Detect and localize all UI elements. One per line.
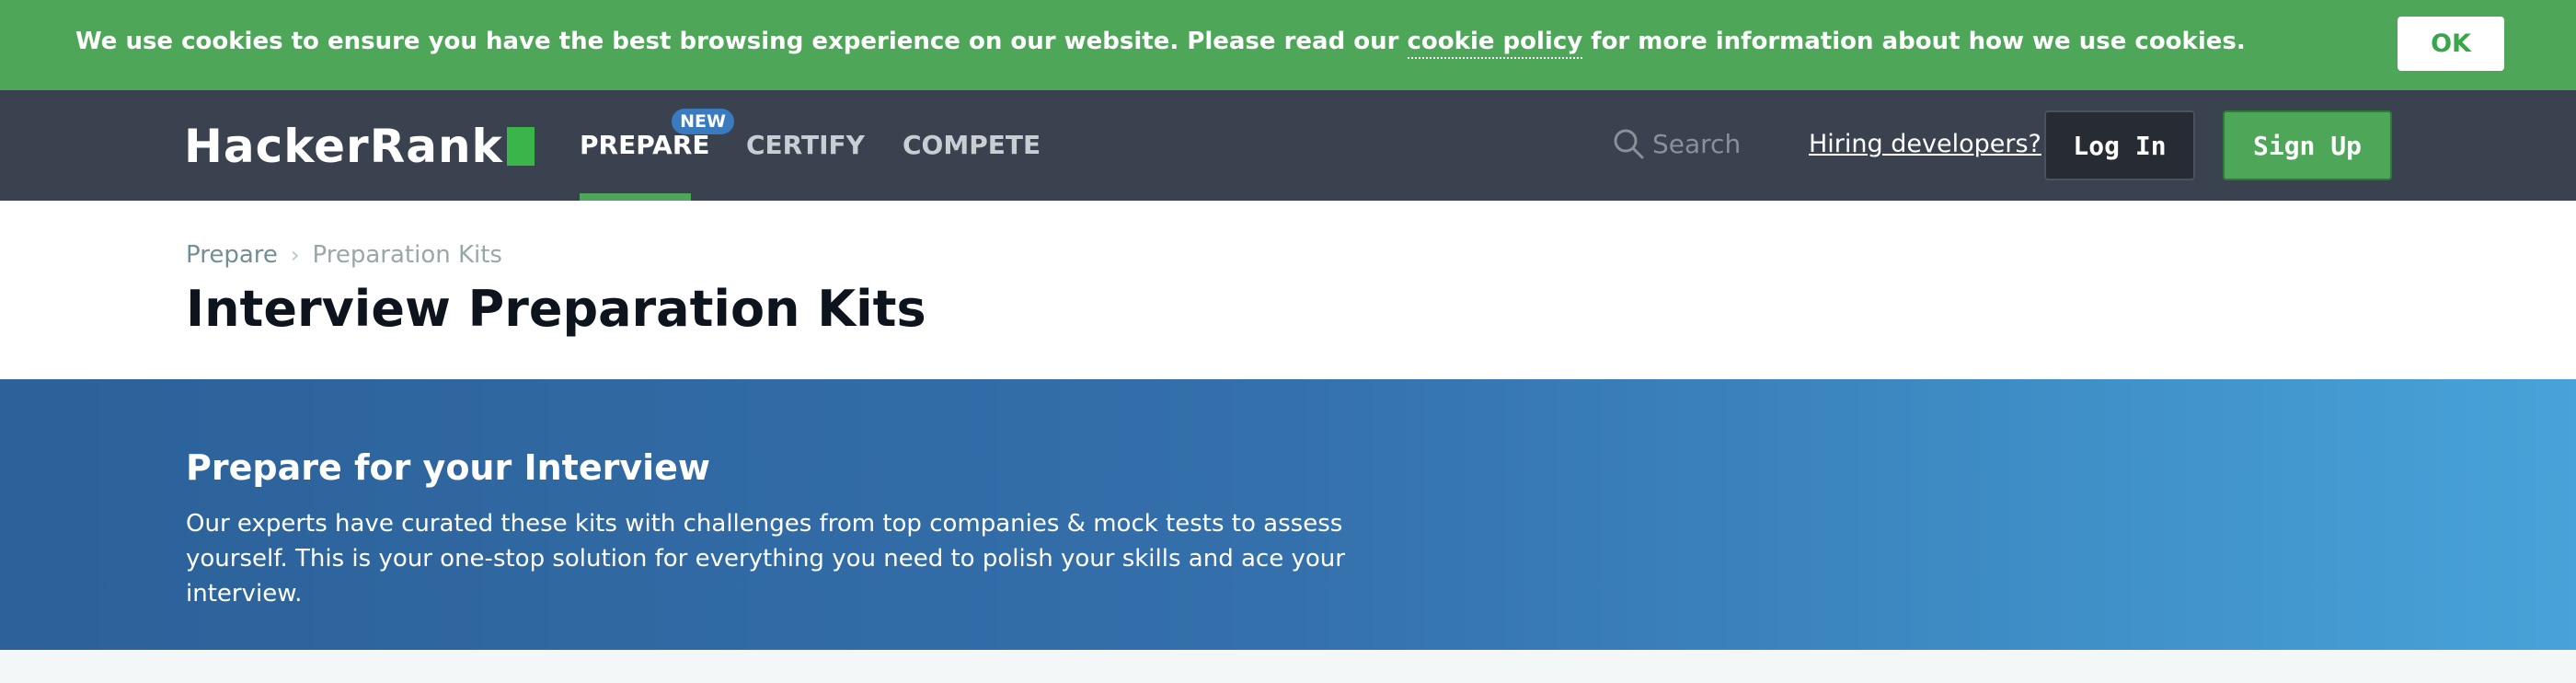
chevron-right-icon: › — [290, 242, 300, 268]
cookie-policy-link[interactable]: cookie policy — [1407, 28, 1583, 59]
logo-square-icon — [506, 127, 535, 166]
login-button[interactable]: Log In — [2044, 110, 2195, 180]
signup-button[interactable]: Sign Up — [2223, 110, 2392, 180]
active-nav-indicator — [580, 193, 691, 201]
top-navbar: HackerRank PREPARE NEW CERTIFY COMPETE H… — [0, 90, 2576, 201]
page-header: Prepare › Preparation Kits Interview Pre… — [0, 201, 2576, 379]
hero-banner: Prepare for your Interview Our experts h… — [0, 379, 2576, 650]
cookie-banner: We use cookies to ensure you have the be… — [0, 0, 2576, 90]
cookie-text-after: for more information about how we use co… — [1582, 28, 2246, 55]
nav-item-compete[interactable]: COMPETE — [903, 130, 1041, 160]
search-input[interactable] — [1652, 127, 1800, 160]
page-title: Interview Preparation Kits — [186, 280, 926, 338]
hiring-developers-link[interactable]: Hiring developers? — [1809, 130, 2041, 158]
breadcrumb: Prepare › Preparation Kits — [186, 241, 502, 269]
breadcrumb-item-prepare[interactable]: Prepare — [186, 241, 278, 269]
cookie-message: We use cookies to ensure you have the be… — [75, 28, 2246, 59]
hero-description: Our experts have curated these kits with… — [186, 510, 1345, 608]
logo-text: HackerRank — [184, 120, 503, 173]
cookie-ok-button[interactable]: OK — [2398, 17, 2504, 71]
new-badge: NEW — [672, 109, 734, 134]
cookie-text-before: We use cookies to ensure you have the be… — [75, 28, 1408, 55]
nav-item-certify[interactable]: CERTIFY — [746, 130, 865, 160]
breadcrumb-item-preparation-kits: Preparation Kits — [312, 241, 502, 269]
hero-title: Prepare for your Interview — [186, 447, 710, 488]
search-icon[interactable] — [1612, 127, 1645, 160]
hackerrank-logo[interactable]: HackerRank — [184, 120, 535, 173]
